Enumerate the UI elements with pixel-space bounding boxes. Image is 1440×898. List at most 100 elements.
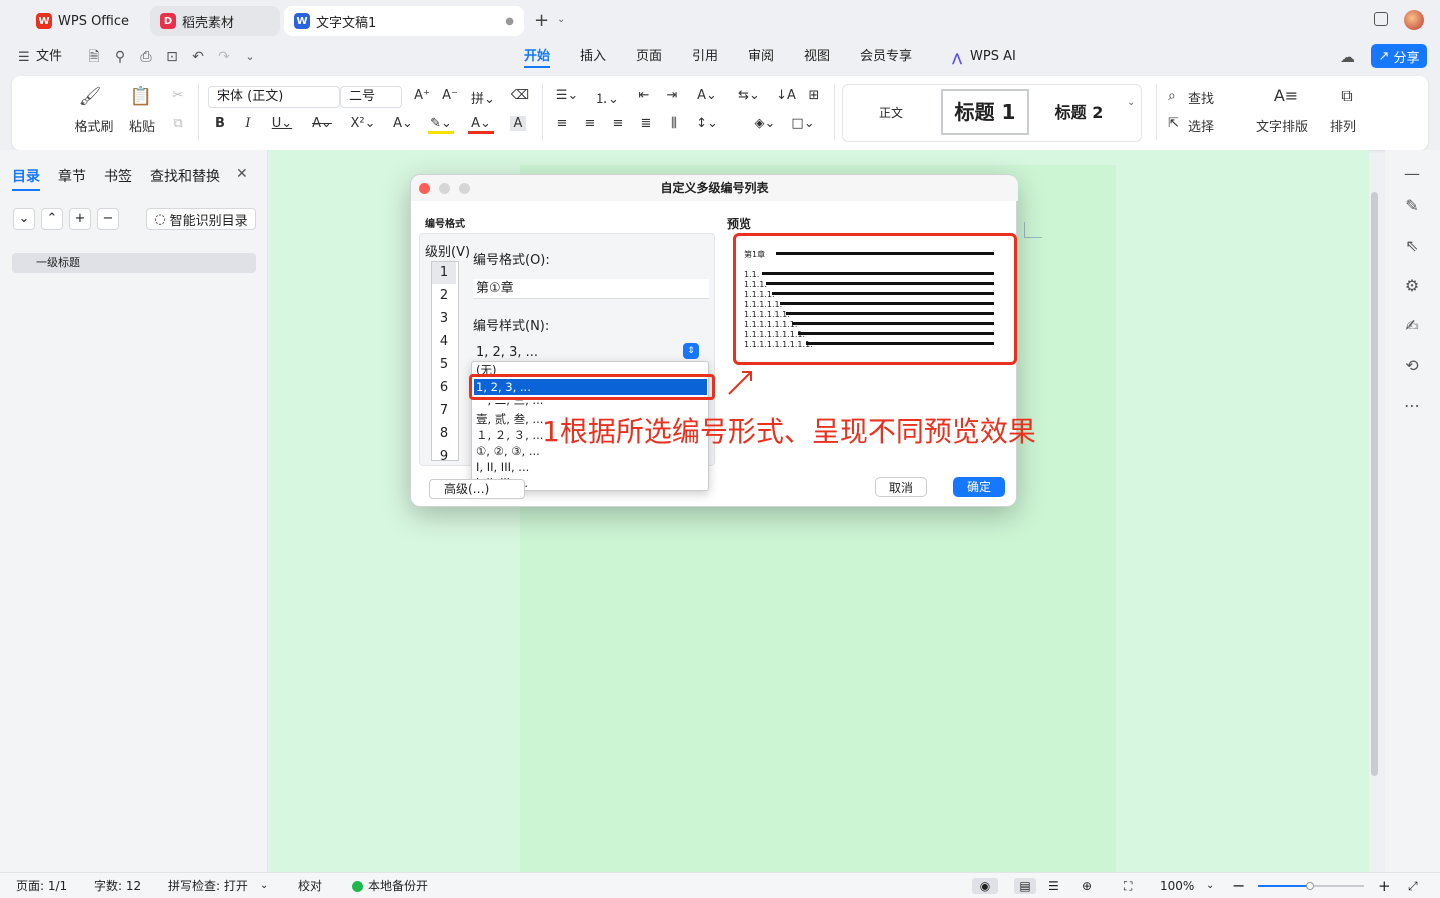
backup-status[interactable]: 本地备份开 (368, 878, 428, 894)
font-color-icon[interactable]: A⌄ (468, 116, 494, 134)
print-icon[interactable]: ⎙ (136, 47, 156, 67)
tab-wps-office[interactable]: W WPS Office (26, 6, 144, 36)
redo-icon[interactable]: ↷ (214, 47, 234, 67)
chevron-down-icon[interactable]: ⌄ (260, 878, 268, 894)
clear-format-icon[interactable]: ⌫ (510, 88, 530, 103)
format-painter-small-icon[interactable]: ⚲ (110, 47, 130, 67)
format-painter-icon[interactable]: 🖌 (70, 86, 110, 107)
level-item[interactable]: 7 (432, 400, 456, 422)
font-size-select[interactable]: 二号 (340, 86, 402, 108)
align-left-icon[interactable]: ≡ (552, 116, 572, 131)
scrollbar-thumb[interactable] (1371, 192, 1378, 776)
align-center-icon[interactable]: ≡ (580, 116, 600, 131)
justify-icon[interactable]: ≣ (636, 116, 656, 131)
paste-button[interactable]: 粘贴 (122, 116, 162, 135)
phonetic-guide-icon[interactable]: 拼⌄ (468, 88, 498, 107)
menu-tab-member[interactable]: 会员专享 (860, 46, 912, 68)
style-normal[interactable]: 正文 (851, 91, 931, 135)
minimize-window-icon[interactable] (439, 183, 450, 194)
menu-tab-review[interactable]: 审阅 (748, 46, 774, 68)
more-dropdown-icon[interactable]: ⌄ (240, 47, 260, 67)
outline-view-icon[interactable]: ☰ (1048, 878, 1059, 894)
save-icon[interactable]: 🗎 (84, 47, 104, 67)
fit-page-icon[interactable]: ⛶ (1124, 878, 1132, 894)
zoom-out-icon[interactable]: − (1232, 878, 1245, 894)
char-shading-icon[interactable]: A (510, 116, 526, 131)
nav-tab-find-replace[interactable]: 查找和替换 (150, 166, 220, 186)
menu-tab-home[interactable]: 开始 (524, 46, 551, 68)
style-option[interactable]: I, II, III, ... (474, 459, 707, 475)
page-count[interactable]: 页面: 1/1 (16, 878, 67, 894)
level-item[interactable]: 8 (432, 423, 456, 445)
menu-file[interactable]: 文件 (36, 46, 62, 68)
cloud-upload-icon[interactable]: ☁ (1340, 48, 1355, 66)
strikethrough-icon[interactable]: A⌄ (310, 116, 334, 131)
text-layout-button[interactable]: 文字排版 (1256, 116, 1308, 135)
sort-icon[interactable]: ↓A (776, 88, 796, 103)
advanced-button[interactable]: 高级(…) (429, 479, 525, 499)
menu-wps-ai[interactable]: WPS AI (970, 46, 1016, 68)
smart-toc-button[interactable]: ◌ 智能识别目录 (146, 208, 256, 230)
shading-icon[interactable]: ◈⌄ (750, 116, 780, 131)
level-item[interactable]: 3 (432, 308, 456, 330)
signature-icon[interactable]: ✍ (1400, 314, 1424, 338)
align-right-icon[interactable]: ≡ (608, 116, 628, 131)
find-icon[interactable]: ⌕ (1168, 88, 1176, 104)
number-style-select[interactable]: 1, 2, 3, ... (473, 343, 703, 363)
proofread-button[interactable]: 校对 (298, 878, 322, 894)
text-effect-icon[interactable]: A⌄ (390, 116, 416, 131)
close-window-icon[interactable] (419, 183, 430, 194)
fullscreen-icon[interactable]: ⤢ (1408, 878, 1418, 894)
font-name-select[interactable]: 宋体 (正文) (208, 86, 340, 108)
shrink-font-icon[interactable]: A⁻ (440, 88, 460, 103)
page-view-icon[interactable]: ▤ (1014, 878, 1036, 894)
new-tab-icon[interactable]: + (534, 10, 549, 31)
tab-docer[interactable]: D 稻壳素材 (150, 6, 280, 36)
chevron-down-icon[interactable]: ⌄ (557, 14, 565, 25)
move-up-icon[interactable]: ⌃ (41, 208, 63, 230)
level-item[interactable]: 2 (432, 285, 456, 307)
nav-tab-toc[interactable]: 目录 (12, 166, 40, 191)
spell-check-status[interactable]: 拼写检查: 打开 (168, 878, 248, 894)
zoom-slider[interactable] (1258, 882, 1364, 890)
arrange-button[interactable]: 排列 (1330, 116, 1356, 135)
style-heading-1[interactable]: 标题 1 (941, 89, 1029, 135)
menu-tab-insert[interactable]: 插入 (580, 46, 606, 68)
chevron-down-icon[interactable]: ⌄ (1206, 878, 1214, 894)
history-icon[interactable]: ⟲ (1400, 354, 1424, 378)
border-icon[interactable]: □⌄ (788, 116, 818, 131)
cut-icon[interactable]: ✂ (168, 88, 188, 103)
paste-icon[interactable]: 📋 (126, 86, 156, 107)
menu-tab-view[interactable]: 视图 (804, 46, 830, 68)
zoom-slider-handle[interactable] (1306, 882, 1314, 890)
hamburger-icon[interactable]: ☰ (18, 50, 30, 65)
eye-protect-icon[interactable]: ◉ (972, 878, 998, 894)
zoom-level[interactable]: 100% (1160, 878, 1194, 894)
edit-pen-icon[interactable]: ✎ (1400, 194, 1424, 218)
select-icon[interactable]: ⇱ (1168, 116, 1179, 131)
text-direction-icon[interactable]: A⌄ (692, 88, 722, 103)
menu-tab-references[interactable]: 引用 (692, 46, 718, 68)
level-item[interactable]: 4 (432, 331, 456, 353)
highlight-icon[interactable]: ✎⌄ (428, 116, 454, 134)
italic-icon[interactable]: I (240, 116, 256, 131)
toc-item[interactable]: 一级标题 (12, 253, 256, 273)
level-list[interactable]: 1 2 3 4 5 6 7 8 9 (431, 261, 459, 461)
decrease-indent-icon[interactable]: ⇤ (634, 88, 654, 103)
avatar[interactable] (1404, 10, 1424, 30)
nav-tab-chapters[interactable]: 章节 (58, 166, 86, 186)
zoom-in-icon[interactable]: + (1378, 878, 1391, 894)
bold-icon[interactable]: B (212, 116, 228, 131)
vertical-scrollbar[interactable] (1371, 156, 1379, 872)
chinese-layout-icon[interactable]: ⇆⌄ (734, 88, 764, 103)
ok-button[interactable]: 确定 (953, 477, 1005, 497)
line-spacing-icon[interactable]: ↕⌄ (692, 116, 722, 131)
nav-tab-bookmarks[interactable]: 书签 (104, 166, 132, 186)
superscript-icon[interactable]: X²⌄ (350, 116, 376, 131)
arrange-icon[interactable]: ⧉ (1334, 86, 1360, 106)
maximize-window-icon[interactable] (459, 183, 470, 194)
collapse-rail-icon[interactable]: — (1400, 162, 1424, 186)
window-restore-icon[interactable] (1374, 12, 1388, 26)
numbering-icon[interactable]: ⒈⌄ (592, 88, 622, 107)
level-item[interactable]: 9 (432, 446, 456, 460)
